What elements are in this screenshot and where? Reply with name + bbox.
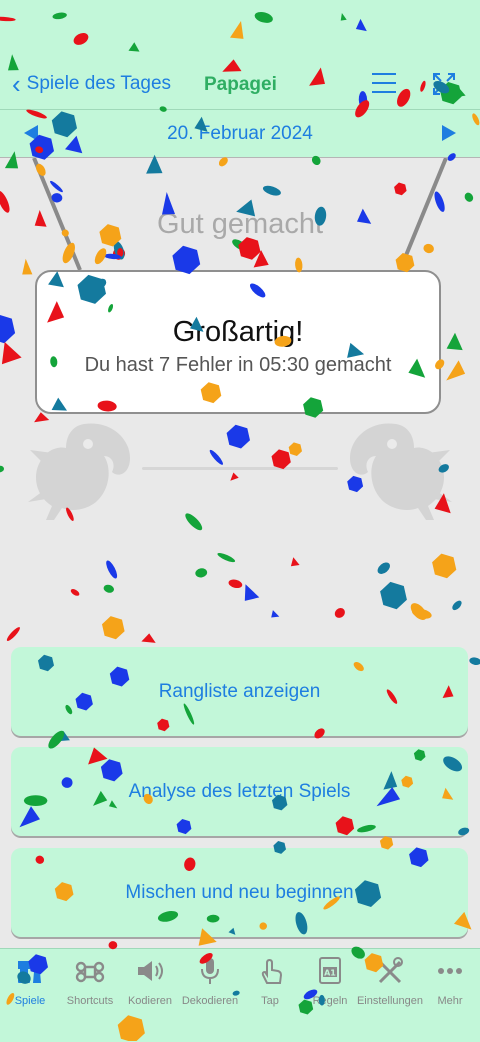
tab-kodieren[interactable]: Kodieren [120, 957, 180, 1017]
next-day-icon[interactable] [442, 125, 456, 141]
confetti-piece [271, 610, 280, 618]
confetti-piece [185, 513, 203, 531]
tab-label: Tap [261, 995, 279, 1007]
chess-pieces-icon [18, 961, 41, 983]
rules-a1-icon: A1 [319, 957, 341, 984]
confetti-piece [380, 581, 407, 610]
progress-line [142, 467, 338, 470]
confetti-piece [230, 472, 239, 481]
back-button[interactable]: ‹ Spiele des Tages [12, 70, 171, 98]
confetti-piece [469, 657, 480, 665]
tab-label: Spiele [14, 995, 46, 1007]
shuffle-restart-button-label: Mischen und neu beginnen [125, 882, 354, 903]
header: ‹ Spiele des Tages Papagei 20. Februar 2… [0, 0, 480, 158]
confetti-piece [103, 584, 114, 593]
chevron-left-icon: ‹ [12, 69, 21, 99]
nav-title: Papagei [204, 74, 277, 95]
tab-label: Kodieren [127, 995, 173, 1007]
more-dots-icon [438, 968, 462, 974]
leaderboard-button[interactable]: Rangliste anzeigen [11, 647, 468, 736]
tab-label: Shortcuts [66, 995, 114, 1007]
confetti-piece [377, 562, 390, 574]
tab-mehr[interactable]: Mehr [420, 957, 480, 1017]
confetti-piece [0, 465, 4, 473]
confetti-piece [228, 579, 243, 589]
confetti-piece [290, 557, 300, 567]
analysis-button-label: Analyse des letzten Spiels [128, 781, 351, 802]
expand-icon[interactable] [432, 72, 456, 96]
analysis-button[interactable]: Analyse des letzten Spiels [11, 747, 468, 836]
confetti-piece [226, 424, 250, 449]
shuffle-restart-button[interactable]: Mischen und neu beginnen [11, 848, 468, 937]
tab-regeln[interactable]: A1 Regeln [300, 957, 360, 1017]
tab-spiele[interactable]: Spiele [0, 957, 60, 1017]
confetti-piece [412, 608, 432, 619]
result-title: Großartig! [172, 316, 304, 348]
tab-label: Regeln [312, 995, 348, 1007]
tab-label: Einstellungen [356, 995, 424, 1007]
confetti-piece [6, 627, 20, 641]
confetti-piece [70, 589, 80, 596]
confetti-piece [244, 584, 260, 601]
menu-icon[interactable] [372, 73, 396, 95]
confetti-piece [217, 552, 236, 563]
confetti-piece [209, 449, 223, 465]
svg-text:A1: A1 [324, 969, 336, 978]
tab-tap[interactable]: Tap [240, 957, 300, 1017]
confetti-piece [0, 314, 16, 344]
confetti-piece [102, 616, 125, 640]
tab-shortcuts[interactable]: Shortcuts [60, 957, 120, 1017]
tab-label: Dekodieren [181, 995, 239, 1007]
back-button-label: Spiele des Tages [26, 73, 172, 94]
confetti-piece [410, 603, 427, 620]
parrot-right-icon [350, 423, 452, 520]
result-card: Großartig! Du hast 7 Fehler in 05:30 gem… [35, 270, 441, 414]
command-key-icon [75, 961, 105, 983]
tap-hand-icon [261, 958, 283, 984]
nav-bar: ‹ Spiele des Tages Papagei [0, 60, 480, 108]
confetti-piece [1, 342, 22, 365]
confetti-piece [432, 553, 457, 579]
leaderboard-button-label: Rangliste anzeigen [158, 681, 321, 702]
result-subtitle: Gut gemacht [156, 208, 324, 240]
confetti-piece [452, 600, 462, 611]
tab-bar: Spiele Shortcuts Kodieren Dekodieren Tap… [0, 948, 480, 1042]
confetti-piece [446, 360, 466, 381]
confetti-piece [195, 568, 208, 578]
confetti-piece [288, 442, 302, 456]
confetti-piece [141, 633, 156, 643]
date-label[interactable]: 20. Februar 2024 [0, 123, 480, 145]
tab-label: Mehr [437, 995, 463, 1007]
speaker-icon [138, 961, 163, 981]
confetti-piece [446, 332, 463, 351]
parrot-left-icon [28, 423, 130, 520]
tools-icon [378, 957, 403, 984]
confetti-piece [106, 560, 118, 579]
result-message: Du hast 7 Fehler in 05:30 gemacht [84, 354, 392, 376]
confetti-piece [334, 608, 345, 618]
date-row: 20. Februar 2024 [0, 110, 480, 157]
microphone-icon [201, 958, 219, 984]
tab-einstellungen[interactable]: Einstellungen [357, 957, 423, 1017]
tab-dekodieren[interactable]: Dekodieren [180, 957, 240, 1017]
